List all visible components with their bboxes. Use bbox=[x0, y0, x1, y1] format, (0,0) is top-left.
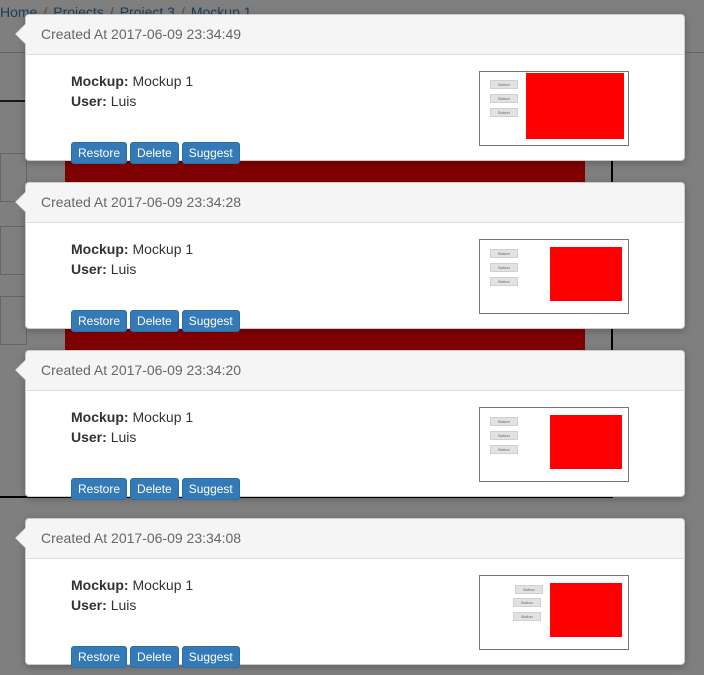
created-at-prefix: Created At bbox=[41, 26, 108, 42]
version-panel: Created At 2017-06-09 23:34:28 Mockup: M… bbox=[15, 182, 685, 332]
user-label: User: bbox=[71, 429, 107, 445]
mockup-label: Mockup: bbox=[71, 409, 129, 425]
version-panel-body: Mockup: Mockup 1 User: Luis Restore Dele… bbox=[26, 559, 684, 668]
restore-button[interactable]: Restore bbox=[71, 310, 128, 332]
user-name: Luis bbox=[110, 597, 137, 613]
version-info: Mockup: Mockup 1 User: Luis bbox=[71, 575, 193, 615]
delete-button[interactable]: Delete bbox=[130, 310, 179, 332]
thumbnail-button: Button bbox=[490, 445, 518, 454]
version-actions: Restore Delete Suggest bbox=[71, 478, 240, 500]
delete-button[interactable]: Delete bbox=[130, 478, 179, 500]
thumbnail-button: Button bbox=[490, 417, 518, 426]
version-panel-heading: Created At 2017-06-09 23:34:08 bbox=[26, 519, 684, 559]
mockup-thumbnail[interactable]: Button Button Button bbox=[479, 575, 629, 650]
thumbnail-button: Button bbox=[513, 598, 541, 607]
version-panel-heading: Created At 2017-06-09 23:34:49 bbox=[26, 15, 684, 55]
suggest-button[interactable]: Suggest bbox=[181, 478, 240, 500]
version-info: Mockup: Mockup 1 User: Luis bbox=[71, 407, 193, 447]
version-actions: Restore Delete Suggest bbox=[71, 142, 240, 164]
created-at-timestamp: 2017-06-09 23:34:20 bbox=[111, 362, 242, 378]
thumbnail-button: Button bbox=[490, 431, 518, 440]
version-panel: Created At 2017-06-09 23:34:08 Mockup: M… bbox=[15, 518, 685, 668]
delete-button[interactable]: Delete bbox=[130, 142, 179, 164]
thumbnail-red-shape bbox=[550, 247, 622, 301]
version-panel: Created At 2017-06-09 23:34:49 Mockup: M… bbox=[15, 14, 685, 164]
thumbnail-button: Button bbox=[490, 263, 518, 272]
mockup-thumbnail[interactable]: Button Button Button bbox=[479, 407, 629, 482]
mockup-thumbnail[interactable]: Button Button Button bbox=[479, 71, 629, 146]
version-panel-heading: Created At 2017-06-09 23:34:20 bbox=[26, 351, 684, 391]
created-at-prefix: Created At bbox=[41, 194, 108, 210]
restore-button[interactable]: Restore bbox=[71, 142, 128, 164]
version-panel-body: Mockup: Mockup 1 User: Luis Restore Dele… bbox=[26, 391, 684, 500]
restore-button[interactable]: Restore bbox=[71, 646, 128, 668]
version-panel-body: Mockup: Mockup 1 User: Luis Restore Dele… bbox=[26, 55, 684, 164]
user-name: Luis bbox=[110, 429, 137, 445]
user-name: Luis bbox=[110, 93, 137, 109]
delete-button[interactable]: Delete bbox=[130, 646, 179, 668]
thumbnail-button: Button bbox=[490, 277, 518, 286]
restore-button[interactable]: Restore bbox=[71, 478, 128, 500]
created-at-timestamp: 2017-06-09 23:34:49 bbox=[111, 26, 242, 42]
thumbnail-red-shape bbox=[526, 73, 624, 139]
thumbnail-button: Button bbox=[490, 249, 518, 258]
mockup-name: Mockup 1 bbox=[132, 241, 194, 257]
version-actions: Restore Delete Suggest bbox=[71, 310, 240, 332]
created-at-timestamp: 2017-06-09 23:34:28 bbox=[111, 194, 242, 210]
suggest-button[interactable]: Suggest bbox=[181, 142, 240, 164]
thumbnail-button: Button bbox=[515, 585, 543, 594]
mockup-name: Mockup 1 bbox=[132, 409, 194, 425]
user-label: User: bbox=[71, 261, 107, 277]
version-panel: Created At 2017-06-09 23:34:20 Mockup: M… bbox=[15, 350, 685, 500]
mockup-label: Mockup: bbox=[71, 241, 129, 257]
version-panel-body: Mockup: Mockup 1 User: Luis Restore Dele… bbox=[26, 223, 684, 332]
thumbnail-button: Button bbox=[490, 94, 518, 103]
mockup-name: Mockup 1 bbox=[132, 73, 194, 89]
created-at-timestamp: 2017-06-09 23:34:08 bbox=[111, 530, 242, 546]
version-info: Mockup: Mockup 1 User: Luis bbox=[71, 239, 193, 279]
thumbnail-button: Button bbox=[490, 80, 518, 89]
user-label: User: bbox=[71, 597, 107, 613]
thumbnail-red-shape bbox=[550, 415, 622, 469]
user-label: User: bbox=[71, 93, 107, 109]
mockup-thumbnail[interactable]: Button Button Button bbox=[479, 239, 629, 314]
thumbnail-button: Button bbox=[490, 108, 518, 117]
version-panel-heading: Created At 2017-06-09 23:34:28 bbox=[26, 183, 684, 223]
user-name: Luis bbox=[110, 261, 137, 277]
mockup-label: Mockup: bbox=[71, 73, 129, 89]
mockup-name: Mockup 1 bbox=[132, 577, 194, 593]
thumbnail-red-shape bbox=[550, 583, 622, 637]
created-at-prefix: Created At bbox=[41, 362, 108, 378]
suggest-button[interactable]: Suggest bbox=[181, 310, 240, 332]
mockup-label: Mockup: bbox=[71, 577, 129, 593]
thumbnail-button: Button bbox=[513, 612, 541, 621]
created-at-prefix: Created At bbox=[41, 530, 108, 546]
version-info: Mockup: Mockup 1 User: Luis bbox=[71, 71, 193, 111]
version-actions: Restore Delete Suggest bbox=[71, 646, 240, 668]
suggest-button[interactable]: Suggest bbox=[181, 646, 240, 668]
